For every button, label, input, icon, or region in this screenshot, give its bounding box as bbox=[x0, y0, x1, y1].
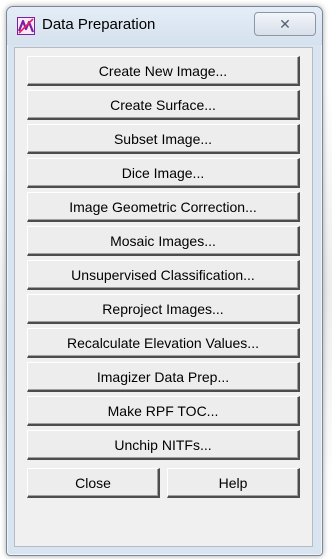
title-bar[interactable]: Data Preparation ✕ bbox=[7, 7, 322, 45]
mosaic-images-button[interactable]: Mosaic Images... bbox=[27, 226, 300, 256]
window-close-button[interactable]: ✕ bbox=[254, 12, 316, 36]
dice-image-button[interactable]: Dice Image... bbox=[27, 158, 300, 188]
window-title: Data Preparation bbox=[42, 16, 156, 33]
unsupervised-classification-button[interactable]: Unsupervised Classification... bbox=[27, 260, 300, 290]
create-surface-button[interactable]: Create Surface... bbox=[27, 90, 300, 120]
make-rpf-toc-button[interactable]: Make RPF TOC... bbox=[27, 396, 300, 426]
help-button[interactable]: Help bbox=[167, 468, 300, 498]
data-preparation-window: Data Preparation ✕ Create New Image... C… bbox=[6, 6, 323, 556]
page: Data Preparation ✕ Create New Image... C… bbox=[0, 0, 332, 559]
close-icon: ✕ bbox=[279, 15, 291, 32]
image-geometric-correction-button[interactable]: Image Geometric Correction... bbox=[27, 192, 300, 222]
recalculate-elevation-values-button[interactable]: Recalculate Elevation Values... bbox=[27, 328, 300, 358]
imagizer-data-prep-button[interactable]: Imagizer Data Prep... bbox=[27, 362, 300, 392]
data-preparation-icon bbox=[17, 17, 35, 35]
close-button[interactable]: Close bbox=[27, 468, 160, 498]
create-new-image-button[interactable]: Create New Image... bbox=[27, 56, 300, 86]
subset-image-button[interactable]: Subset Image... bbox=[27, 124, 300, 154]
reproject-images-button[interactable]: Reproject Images... bbox=[27, 294, 300, 324]
button-panel: Create New Image... Create Surface... Su… bbox=[14, 47, 313, 547]
unchip-nitfs-button[interactable]: Unchip NITFs... bbox=[27, 430, 300, 460]
